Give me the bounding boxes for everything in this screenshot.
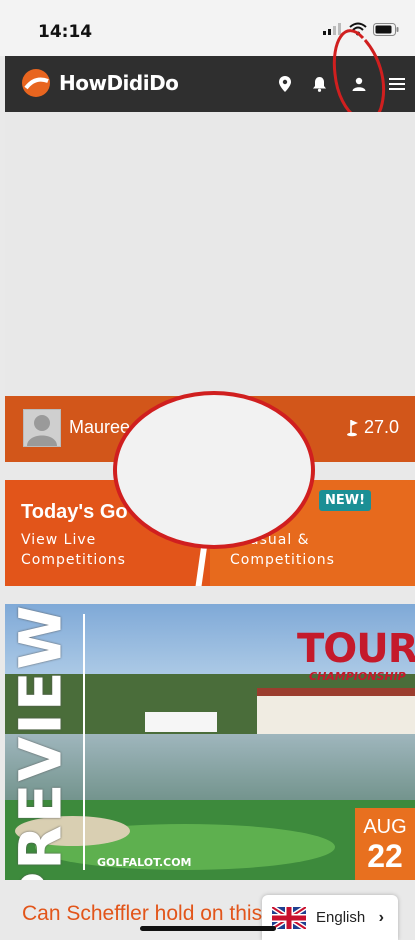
handicap-value: 27.0 [363, 417, 399, 437]
avatar [23, 409, 61, 447]
event-logo: TOUR [297, 626, 415, 672]
status-time: 14:14 [38, 22, 93, 42]
menu-icon [389, 78, 405, 90]
home-indicator[interactable] [140, 926, 276, 931]
uk-flag-icon [272, 906, 306, 929]
menu-button[interactable] [383, 70, 411, 98]
banner-left-line1: View Live [21, 532, 97, 548]
logo-icon [22, 69, 50, 97]
chevron-right-icon: › [378, 908, 384, 926]
image-tent [145, 712, 217, 732]
location-pin-icon [279, 76, 291, 92]
bell-icon [312, 77, 326, 92]
notifications-button[interactable] [305, 70, 333, 98]
article-preview-image[interactable]: PREVIEW TOUR CHAMPIONSHIP GOLFALOT.COM A… [5, 604, 415, 880]
status-bar: 14:14 [0, 0, 415, 56]
source-logo: GOLFALOT.COM [97, 856, 192, 869]
preview-vertical-text: PREVIEW [5, 604, 81, 880]
golf-flag-icon [346, 419, 358, 436]
battery-icon [373, 22, 399, 36]
handicap: 27.0 [346, 417, 399, 438]
wifi-icon [349, 22, 367, 36]
ad-placeholder [5, 112, 415, 396]
event-month: AUG [363, 816, 407, 838]
event-logo-sub: CHAMPIONSHIP [309, 670, 406, 683]
preview-label: PREVIEW [6, 604, 75, 880]
banner-right-line2: Competitions [230, 552, 335, 568]
banner-title: Today's Go [21, 501, 128, 523]
user-avatar-icon [27, 415, 57, 446]
preview-divider [83, 614, 85, 870]
language-selector[interactable]: English › [262, 895, 398, 940]
event-day: 22 [367, 838, 403, 874]
banner-left-line2: Competitions [21, 552, 126, 568]
article-headline[interactable]: Can Scheffler hold on this ti [22, 902, 278, 926]
location-button[interactable] [271, 70, 299, 98]
signal-icon [323, 23, 341, 35]
event-date: AUG 22 [355, 808, 415, 880]
brand-name: HowDidiDo [59, 71, 179, 95]
language-label: English [316, 909, 366, 926]
status-icons [323, 22, 399, 36]
profile-name: Mauree [69, 417, 131, 437]
new-badge: NEW! [319, 490, 372, 511]
user-icon [352, 77, 366, 91]
brand-logo[interactable]: HowDidiDo [21, 68, 179, 98]
profile-button[interactable] [345, 70, 373, 98]
top-navbar: HowDidiDo [5, 56, 415, 112]
redaction-circle [113, 391, 315, 549]
